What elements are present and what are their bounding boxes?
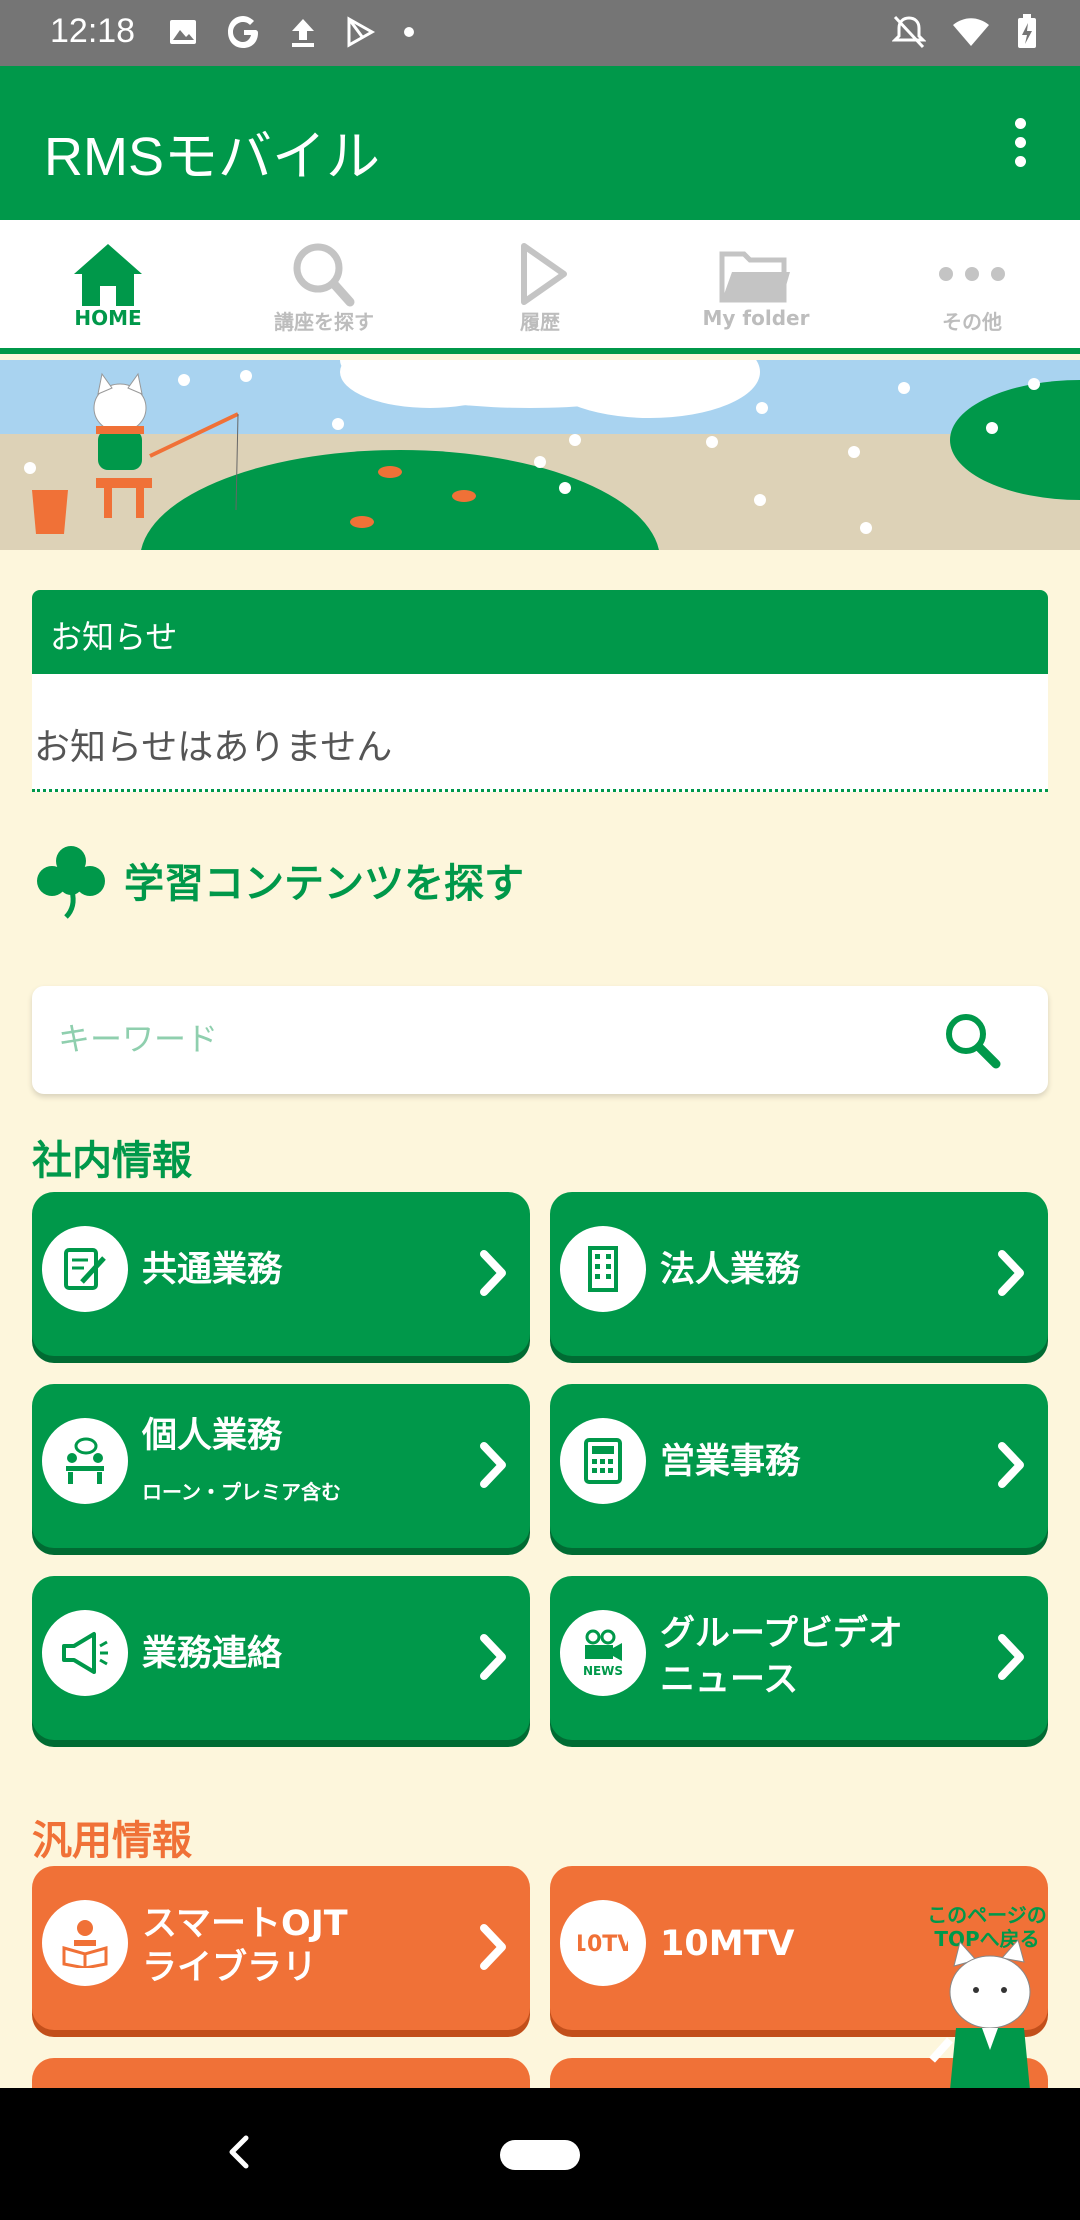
tile-title-line2: ニュース (660, 1660, 799, 1700)
overflow-menu-icon[interactable] (1000, 118, 1040, 174)
tab-history[interactable]: 履歴 (432, 220, 648, 348)
play-store-icon (347, 16, 376, 48)
search-icon (293, 243, 355, 307)
megaphone-icon (62, 1632, 108, 1674)
back-to-top-text-line2: TOPへ戻る (934, 1927, 1039, 1951)
search-section-title: 学習コンテンツを探す (124, 861, 524, 907)
general-info-label: 汎用情報 (32, 1818, 192, 1864)
tile-title: 法人業務 (660, 1250, 801, 1290)
notice-card: お知らせ お知らせはありません (32, 590, 1048, 792)
status-bar: 12:18 (0, 0, 1080, 66)
chevron-right-icon (480, 1634, 506, 1680)
back-to-top-text-line1: このページの (927, 1903, 1047, 1927)
home-icon (74, 244, 142, 306)
document-edit-icon (64, 1248, 106, 1290)
wifi-icon (953, 18, 989, 46)
tab-label: My folder (702, 306, 810, 330)
app-bar: RMSモバイル (0, 66, 1080, 220)
tile-title-line2: ライブラリ (142, 1948, 318, 1988)
more-icon (939, 267, 1005, 281)
tile-title: グループビデオ (660, 1614, 903, 1654)
back-icon[interactable] (224, 2134, 254, 2170)
tab-my-folder[interactable]: My folder (648, 220, 864, 348)
chevron-right-icon (998, 1634, 1024, 1680)
tile-subtitle: ローン・プレミア含む (142, 1480, 341, 1504)
tile-title: 個人業務 (142, 1416, 283, 1456)
cat-mascot-icon (929, 1938, 1031, 2090)
play-icon (521, 243, 567, 305)
tile-title: 共通業務 (142, 1250, 283, 1290)
tile-smart-ojt-library[interactable]: スマートOJT ライブラリ (32, 1866, 530, 2030)
svg-text:10TV: 10TV (578, 1932, 628, 1957)
bell-off-icon (892, 15, 926, 49)
image-icon (170, 20, 196, 44)
tile-personal-work[interactable]: 個人業務 ローン・プレミア含む (32, 1384, 530, 1548)
calculator-icon (584, 1438, 622, 1484)
tab-more[interactable]: その他 (864, 220, 1080, 348)
upload-icon (292, 19, 314, 47)
tile-business-notice[interactable]: 業務連絡 (32, 1576, 530, 1740)
tab-label: 履歴 (520, 310, 560, 334)
tile-sales-admin[interactable]: 営業事務 (550, 1384, 1048, 1548)
seasonal-banner (0, 360, 1080, 550)
folder-icon (719, 251, 790, 303)
tile-group-video-news[interactable]: NEWS グループビデオ ニュース (550, 1576, 1048, 1740)
tab-search-courses[interactable]: 講座を探す (216, 220, 432, 348)
back-to-top-button[interactable]: このページの TOPへ戻る (920, 1900, 1070, 2090)
tile-common-work[interactable]: 共通業務 (32, 1192, 530, 1356)
notice-title: お知らせ (32, 590, 1048, 674)
tile-corporate-work[interactable]: 法人業務 (550, 1192, 1048, 1356)
tile-title: 10MTV (660, 1924, 795, 1964)
10mtv-logo-icon: 10TV (578, 1932, 628, 1957)
status-time: 12:18 (50, 12, 136, 50)
tab-home[interactable]: HOME (0, 220, 216, 348)
search-section-header: 学習コンテンツを探す (32, 840, 524, 920)
google-icon (228, 16, 258, 48)
internal-info-label: 社内情報 (32, 1138, 192, 1184)
svg-text:NEWS: NEWS (583, 1664, 623, 1678)
tile-title: スマートOJT (142, 1904, 348, 1944)
video-news-icon: NEWS (583, 1629, 623, 1678)
tab-label: HOME (74, 306, 142, 330)
chevron-right-icon (480, 1250, 506, 1296)
keyword-search-input[interactable] (58, 1014, 878, 1064)
search-button-icon[interactable] (940, 1008, 1004, 1072)
chevron-right-icon (480, 1442, 506, 1488)
tile-title: 業務連絡 (142, 1634, 283, 1674)
notice-message: お知らせはありません (32, 674, 1048, 792)
home-pill-button[interactable] (500, 2140, 580, 2170)
tab-label: 講座を探す (274, 310, 374, 334)
chevron-right-icon (998, 1250, 1024, 1296)
chevron-right-icon (480, 1924, 506, 1970)
dot-icon (404, 27, 414, 37)
tile-title: 営業事務 (660, 1442, 801, 1482)
tab-bar: HOME 講座を探す 履歴 My folder その他 (0, 220, 1080, 354)
keyword-search-box (32, 986, 1048, 1094)
clover-icon (37, 846, 105, 919)
people-meeting-icon (66, 1437, 104, 1484)
tile-partial-left[interactable] (32, 2058, 530, 2088)
tab-label: その他 (942, 310, 1002, 334)
app-title: RMSモバイル (44, 127, 380, 187)
building-icon (588, 1246, 618, 1292)
reading-person-icon (62, 1920, 108, 1968)
system-navigation-bar (0, 2088, 1080, 2220)
battery-icon (1018, 14, 1036, 48)
chevron-right-icon (998, 1442, 1024, 1488)
